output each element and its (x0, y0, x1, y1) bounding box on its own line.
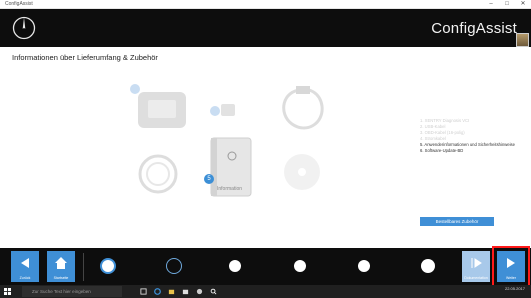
step-marker-5[interactable]: 5 (204, 174, 214, 184)
home-label: Startseite (53, 276, 69, 280)
back-label: Zurück (19, 276, 31, 280)
app-header: ConfigAssist (0, 9, 531, 47)
back-button[interactable]: Zurück (11, 251, 39, 282)
maximize-button[interactable]: □ (499, 0, 515, 9)
step-marker-2[interactable] (210, 106, 220, 116)
step-marker-1[interactable] (130, 84, 140, 94)
home-icon (55, 257, 67, 269)
check-step-icon[interactable] (421, 259, 435, 273)
toolbar-divider (83, 253, 84, 281)
minimize-button[interactable]: – (483, 0, 499, 9)
app-icon[interactable] (196, 288, 203, 295)
app-brand: ConfigAssist (431, 20, 517, 37)
document-step-icon[interactable] (100, 258, 116, 274)
home-button[interactable]: Startseite (47, 251, 75, 282)
store-icon[interactable] (182, 288, 189, 295)
steps-list: 1. XENTRY Diagnosis VCI 2. USB-Kabel 3. … (420, 118, 520, 154)
book-step-icon[interactable] (166, 258, 182, 274)
bottom-toolbar: Zurück Startseite Dokumentation Weiter (0, 246, 531, 287)
windows-taskbar: Zur Suche Text hier eingeben 22.05.2017 (0, 285, 531, 298)
tray-date: 22.05.2017 (504, 286, 525, 291)
edge-browser-icon[interactable] (154, 288, 161, 295)
close-button[interactable]: ✕ (515, 0, 531, 9)
documentation-label: Dokumentation (464, 276, 488, 280)
document-label: Information (217, 186, 243, 192)
export-icon (471, 258, 482, 268)
system-tray-clock[interactable]: 22.05.2017 (504, 286, 525, 292)
next-button[interactable]: Weiter (492, 246, 530, 287)
obd-cable-image (282, 86, 324, 130)
back-arrow-icon (21, 258, 29, 268)
step-item[interactable]: 6. Software-Update-BD (420, 148, 520, 154)
window-title: ConfigAssist (5, 1, 33, 7)
lock-step-icon[interactable] (229, 260, 241, 272)
software-dvd-image (284, 154, 320, 190)
orderable-accessories-button[interactable]: Bestellbares Zubehör (420, 217, 494, 226)
task-view-icon[interactable] (140, 288, 147, 295)
next-label: Weiter (505, 276, 517, 280)
search-icon[interactable] (210, 288, 217, 295)
windows-start-icon[interactable] (4, 288, 11, 295)
play-arrow-icon (507, 258, 515, 268)
documentation-button[interactable]: Dokumentation (462, 251, 490, 282)
delivery-illustration: Information 5 (120, 78, 420, 228)
mercedes-star-logo (12, 16, 36, 40)
power-cable-image (138, 154, 178, 194)
page-title: Informationen über Lieferumfang & Zubehö… (12, 53, 158, 62)
file-explorer-icon[interactable] (168, 288, 175, 295)
user-avatar[interactable] (516, 33, 529, 47)
taskbar-search-input[interactable]: Zur Suche Text hier eingeben (22, 286, 122, 297)
vci-device-image (138, 92, 186, 128)
window-titlebar: ConfigAssist – □ ✕ (0, 0, 531, 9)
sync-step-icon[interactable] (358, 260, 370, 272)
person-step-icon[interactable] (294, 260, 306, 272)
